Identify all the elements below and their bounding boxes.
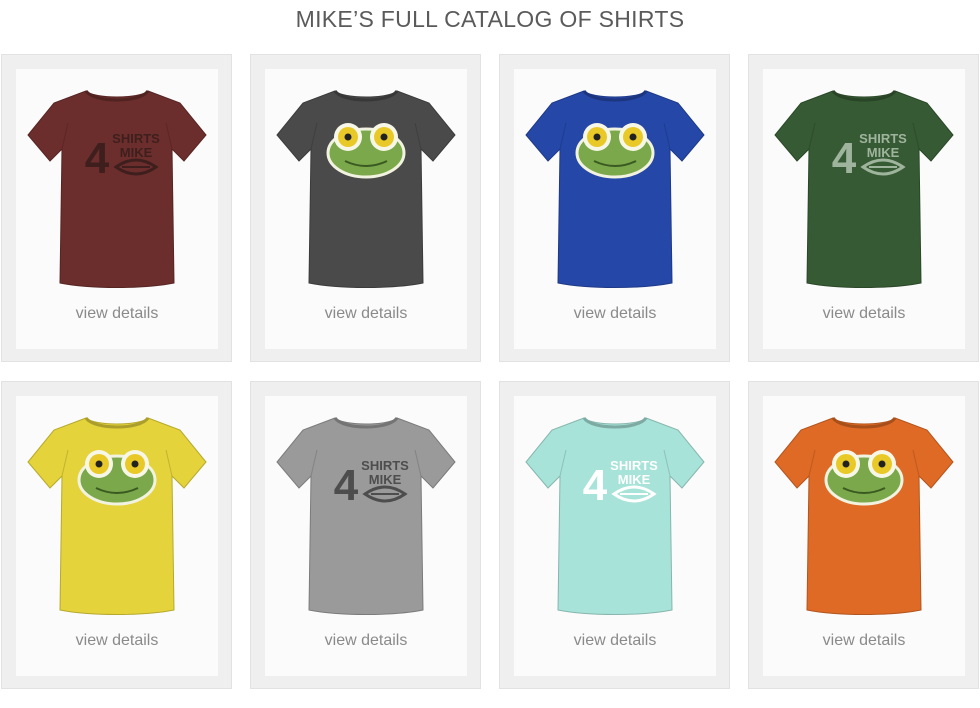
shirt-card[interactable]: SHIRTS MIKE 4 view details bbox=[250, 381, 481, 689]
svg-text:MIKE: MIKE bbox=[867, 145, 900, 160]
view-details-link[interactable]: view details bbox=[16, 632, 218, 650]
shirt-card[interactable]: SHIRTS MIKE 4 view details bbox=[499, 381, 730, 689]
tshirt-image[interactable]: SHIRTSMIKE 4 bbox=[771, 83, 957, 293]
tshirt-image[interactable] bbox=[771, 410, 957, 620]
shirt-card[interactable]: SHIRTS MIKE 4 view details bbox=[1, 54, 232, 362]
shirt-card[interactable]: view details bbox=[499, 54, 730, 362]
frog-face-graphic bbox=[326, 123, 406, 179]
frog-face-graphic bbox=[77, 450, 157, 506]
svg-text:SHIRTS: SHIRTS bbox=[859, 131, 907, 146]
shirt-card[interactable]: view details bbox=[1, 381, 232, 689]
view-details-link[interactable]: view details bbox=[514, 305, 716, 323]
shirt-card-inner: view details bbox=[763, 396, 965, 676]
shirt-card-inner: view details bbox=[265, 69, 467, 349]
page-title: MIKE’S FULL CATALOG OF SHIRTS bbox=[295, 6, 685, 32]
shirt-card-inner: SHIRTS MIKE 4 view details bbox=[514, 396, 716, 676]
svg-text:4: 4 bbox=[334, 461, 359, 510]
svg-text:SHIRTS: SHIRTS bbox=[361, 458, 409, 473]
shirt-card-inner: SHIRTS MIKE 4 view details bbox=[265, 396, 467, 676]
view-details-link[interactable]: view details bbox=[265, 632, 467, 650]
tshirt-image[interactable] bbox=[273, 83, 459, 293]
svg-text:SHIRTS: SHIRTS bbox=[112, 131, 160, 146]
shirt-card-inner: SHIRTS MIKE 4 view details bbox=[16, 69, 218, 349]
frog-face-graphic bbox=[575, 123, 655, 179]
svg-text:MIKE: MIKE bbox=[369, 472, 402, 487]
view-details-link[interactable]: view details bbox=[763, 632, 965, 650]
tshirt-image[interactable] bbox=[522, 83, 708, 293]
shirt-card[interactable]: view details bbox=[748, 381, 979, 689]
svg-text:4: 4 bbox=[85, 134, 110, 183]
tshirt-image[interactable] bbox=[24, 410, 210, 620]
svg-text:MIKE: MIKE bbox=[120, 145, 153, 160]
view-details-link[interactable]: view details bbox=[265, 305, 467, 323]
shirt-card[interactable]: SHIRTS MIKE 4 view details bbox=[748, 54, 979, 362]
tshirt-image[interactable]: SHIRTSMIKE 4 bbox=[24, 83, 210, 293]
frog-face-graphic bbox=[824, 450, 904, 506]
svg-text:SHIRTS: SHIRTS bbox=[610, 458, 658, 473]
tshirt-image[interactable]: SHIRTSMIKE 4 bbox=[273, 410, 459, 620]
svg-text:4: 4 bbox=[832, 134, 857, 183]
view-details-link[interactable]: view details bbox=[16, 305, 218, 323]
shirt-card[interactable]: view details bbox=[250, 54, 481, 362]
svg-text:4: 4 bbox=[583, 461, 608, 510]
view-details-link[interactable]: view details bbox=[763, 305, 965, 323]
shirt-card-inner: view details bbox=[16, 396, 218, 676]
shirt-card-inner: SHIRTS MIKE 4 view details bbox=[763, 69, 965, 349]
svg-text:MIKE: MIKE bbox=[618, 472, 651, 487]
view-details-link[interactable]: view details bbox=[514, 632, 716, 650]
tshirt-image[interactable]: SHIRTSMIKE 4 bbox=[522, 410, 708, 620]
shirt-card-inner: view details bbox=[514, 69, 716, 349]
